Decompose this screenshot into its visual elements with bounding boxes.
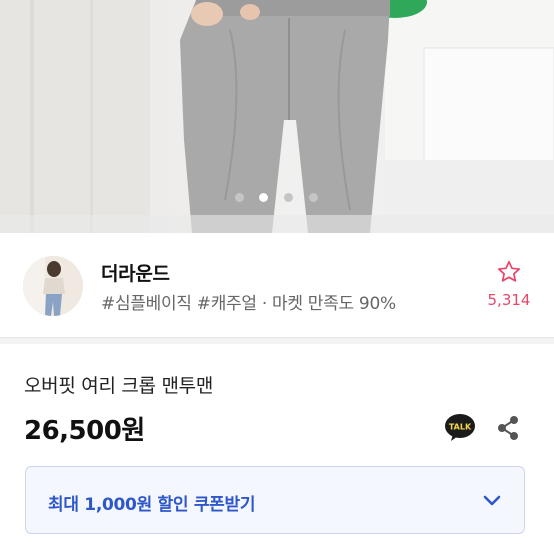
shop-info-row[interactable]: 더라운드 #심플베이직 #캐주얼 · 마켓 만족도 90% 5,314 — [0, 233, 554, 338]
avatar-image — [23, 256, 83, 316]
shop-avatar[interactable] — [23, 256, 83, 316]
section-divider — [0, 337, 554, 344]
share-icon — [498, 416, 518, 440]
carousel-dot[interactable] — [284, 193, 293, 202]
shop-tags: #심플베이직 #캐주얼 · 마켓 만족도 90% — [101, 294, 396, 314]
shop-name[interactable]: 더라운드 — [101, 259, 170, 286]
favorite-button[interactable] — [484, 259, 534, 289]
kakaotalk-button[interactable]: TALK — [444, 413, 476, 443]
product-price: 26,500원 — [24, 416, 145, 446]
product-image[interactable] — [0, 0, 554, 233]
talk-label: TALK — [449, 423, 472, 432]
product-name: 오버핏 여리 크롭 맨투맨 — [24, 375, 214, 397]
coupon-label: 최대 1,000원 할인 쿠폰받기 — [48, 495, 256, 515]
carousel-dot[interactable] — [309, 193, 318, 202]
star-icon — [497, 260, 521, 282]
chevron-down-icon — [481, 489, 503, 511]
coupon-button[interactable]: 최대 1,000원 할인 쿠폰받기 — [25, 466, 525, 534]
kakaotalk-icon: TALK — [445, 414, 475, 441]
carousel-indicator — [0, 193, 554, 205]
carousel-dot[interactable] — [235, 193, 244, 202]
favorite-count: 5,314 — [487, 291, 531, 309]
carousel-dot-active[interactable] — [259, 193, 268, 202]
share-button[interactable] — [494, 413, 522, 443]
